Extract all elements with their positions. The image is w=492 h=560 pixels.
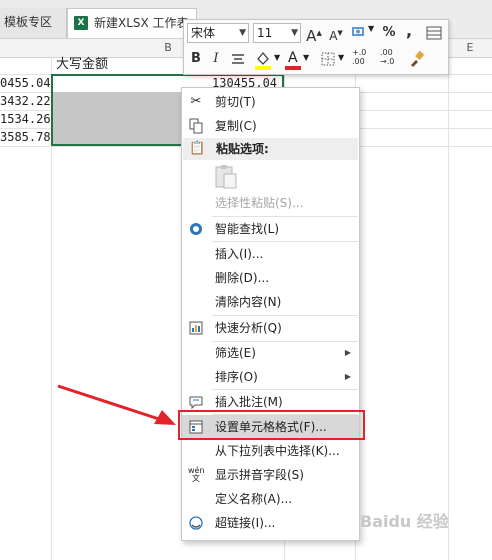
increase-decimal-button[interactable]: +.0 .00: [352, 48, 378, 66]
submenu-arrow-icon: ▶: [344, 348, 351, 357]
menu-item-label: 复制(C): [215, 119, 257, 133]
menu-item-delete[interactable]: 删除(D)...: [182, 266, 359, 290]
cell-a-value[interactable]: 3585.78: [0, 128, 51, 146]
paste-options-header: 📋 粘贴选项:: [183, 138, 358, 160]
submenu-arrow-icon: ▶: [344, 372, 351, 381]
tab-template-zone[interactable]: 模板专区: [0, 8, 67, 38]
font-size-value: 11: [257, 26, 273, 40]
menu-item-label: 定义名称(A)...: [215, 492, 293, 506]
tab-label: 新建XLSX 工作表: [94, 16, 189, 30]
font-size-dropdown[interactable]: 11 ▼: [253, 23, 301, 43]
chevron-down-icon[interactable]: ▼: [274, 53, 280, 62]
paste-button[interactable]: [213, 164, 239, 190]
menu-item-copy[interactable]: 复制(C): [182, 114, 359, 138]
borders-button[interactable]: [320, 51, 336, 67]
chevron-down-icon[interactable]: ▼: [338, 53, 344, 62]
context-menu: ✂ 剪切(T) 复制(C) 📋 粘贴选项: 选择性粘贴(S)... 智能查找(L…: [181, 87, 360, 541]
grow-font-button[interactable]: A▲: [305, 23, 323, 45]
menu-item-label: 删除(D)...: [215, 271, 270, 285]
font-name-dropdown[interactable]: 宋体 ▼: [187, 23, 249, 43]
menu-item-label: 从下拉列表中选择(K)...: [215, 444, 340, 458]
menu-item-label: 筛选(E): [215, 346, 256, 360]
chevron-down-icon[interactable]: ▼: [368, 24, 374, 33]
font-color-button[interactable]: A: [285, 49, 301, 71]
phonetic-icon: wén 文: [188, 466, 205, 483]
menu-item-quick-analysis[interactable]: 快速分析(Q): [182, 316, 359, 340]
mini-toolbar: 宋体 ▼ 11 ▼ A▲ A▼ ▼ % , B I ▼ A ▼ ▼ +.0 .0…: [183, 19, 449, 75]
tab-label: 模板专区: [4, 15, 53, 29]
menu-item-clear-contents[interactable]: 清除内容(N): [182, 290, 359, 314]
align-center-button[interactable]: [230, 53, 246, 67]
menu-item-cut[interactable]: ✂ 剪切(T): [182, 90, 359, 114]
paint-bucket-icon: [255, 51, 271, 70]
grow-font-icon: A: [306, 27, 317, 45]
menu-item-show-phonetic[interactable]: wén 文 显示拼音字段(S): [182, 463, 359, 487]
font-color-swatch: [285, 66, 301, 70]
annotation-arrow: [57, 384, 176, 425]
menu-item-pick-from-list[interactable]: 从下拉列表中选择(K)...: [182, 439, 359, 463]
menu-item-hyperlink[interactable]: 超链接(I)...: [182, 511, 359, 535]
menu-item-sort[interactable]: 排序(O) ▶: [182, 365, 359, 389]
menu-section-label: 粘贴选项:: [216, 142, 269, 156]
shrink-font-button[interactable]: A▼: [327, 23, 345, 43]
accounting-format-button[interactable]: [351, 25, 367, 39]
quick-analysis-icon: [188, 320, 204, 336]
annotation-arrow-shaft: [57, 384, 163, 422]
cell-b1[interactable]: 大写金额: [56, 56, 108, 74]
align-center-icon: [232, 54, 244, 64]
menu-item-define-name[interactable]: 定义名称(A)...: [182, 487, 359, 511]
format-painter-button[interactable]: [408, 50, 426, 68]
menu-item-smart-lookup[interactable]: 智能查找(L): [182, 217, 359, 241]
scissors-icon: ✂: [190, 94, 202, 109]
table-icon: [426, 26, 442, 40]
copy-icon: [188, 118, 204, 134]
font-name-value: 宋体: [191, 26, 216, 40]
menu-item-label: 超链接(I)...: [215, 516, 276, 530]
watermark: Baidu 经验: [360, 512, 449, 531]
cell-a-value[interactable]: 1534.26: [0, 110, 51, 128]
search-icon: [188, 221, 204, 237]
menu-item-label: 插入(I)...: [215, 247, 264, 261]
borders-icon: [321, 52, 335, 66]
accounting-format-icon: [352, 27, 364, 36]
decrease-decimal-button[interactable]: .00 →.0: [380, 48, 406, 66]
chevron-down-icon: ▼: [291, 28, 298, 38]
cell-a-value[interactable]: 0455.04: [0, 74, 51, 92]
italic-button[interactable]: I: [209, 49, 223, 69]
column-e-header[interactable]: E: [448, 39, 492, 57]
paste-clipboard-icon: [215, 165, 237, 189]
menu-item-label: 选择性粘贴(S)...: [215, 196, 304, 210]
menu-item-paste-special[interactable]: 选择性粘贴(S)...: [182, 191, 359, 215]
fill-color-button[interactable]: [254, 49, 272, 71]
clipboard-icon: 📋: [189, 141, 206, 156]
menu-item-label: 快速分析(Q): [215, 321, 282, 335]
excel-file-icon: X: [74, 16, 88, 30]
link-icon: [188, 515, 204, 531]
menu-item-label: 显示拼音字段(S): [215, 468, 304, 482]
menu-item-insert[interactable]: 插入(I)...: [182, 242, 359, 266]
percent-style-button[interactable]: %: [380, 23, 398, 43]
grid-line: [448, 57, 449, 560]
font-color-icon: A: [288, 50, 298, 66]
menu-item-filter[interactable]: 筛选(E) ▶: [182, 341, 359, 365]
menu-item-label: 排序(O): [215, 370, 258, 384]
chevron-down-icon: ▼: [239, 28, 246, 38]
annotation-highlight-box: [178, 410, 365, 440]
chevron-down-icon[interactable]: ▼: [303, 53, 309, 62]
bold-button[interactable]: B: [188, 49, 204, 69]
comment-icon: [188, 394, 204, 410]
menu-item-label: 智能查找(L): [215, 222, 280, 236]
tab-workbook[interactable]: X 新建XLSX 工作表: [67, 8, 197, 38]
cell-a-value[interactable]: 3432.22: [0, 92, 51, 110]
paint-brush-icon: [411, 50, 425, 67]
format-painter-button[interactable]: [425, 24, 443, 42]
menu-item-label: 清除内容(N): [215, 295, 282, 309]
comma-style-button[interactable]: ,: [402, 21, 416, 41]
menu-item-label: 剪切(T): [215, 95, 256, 109]
